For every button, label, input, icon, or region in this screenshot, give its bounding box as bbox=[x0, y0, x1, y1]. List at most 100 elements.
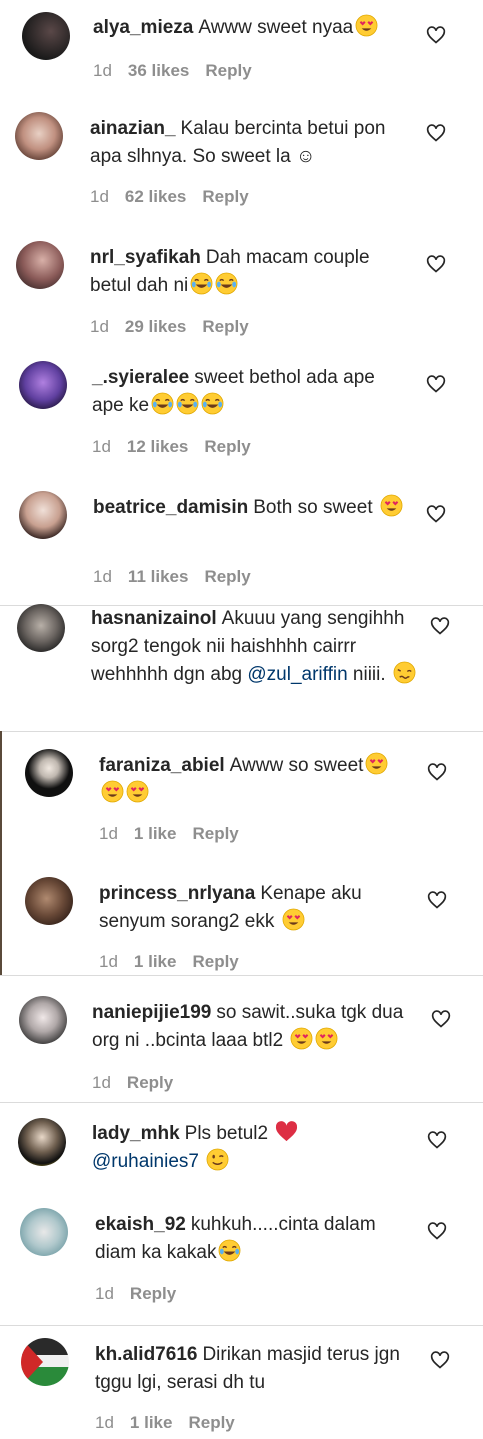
avatar[interactable] bbox=[19, 996, 67, 1044]
comment-username[interactable]: ekaish_92 bbox=[95, 1214, 186, 1235]
comment-time: 1d bbox=[90, 187, 109, 206]
joy-emoji-icon bbox=[190, 272, 213, 295]
reply-button[interactable]: Reply bbox=[204, 567, 250, 586]
like-heart-icon[interactable] bbox=[427, 890, 447, 910]
mention-link[interactable]: @zul_ariffin bbox=[247, 664, 347, 685]
comment-likes[interactable]: 11 likes bbox=[128, 567, 189, 586]
comment-meta: 1d 12 likes Reply bbox=[92, 437, 267, 457]
comment-meta: 1d 1 like Reply bbox=[99, 952, 255, 972]
heart-eyes-emoji-icon bbox=[101, 780, 124, 803]
like-heart-icon[interactable] bbox=[426, 374, 446, 394]
flag-triangle-icon bbox=[21, 1338, 43, 1386]
like-heart-icon[interactable] bbox=[426, 504, 446, 524]
comment-username[interactable]: _.syieralee bbox=[92, 367, 189, 388]
comment-username[interactable]: alya_mieza bbox=[93, 17, 193, 38]
divider bbox=[0, 1325, 483, 1326]
comment-username[interactable]: princess_nrlyana bbox=[99, 883, 255, 904]
like-heart-icon[interactable] bbox=[431, 1009, 451, 1029]
comment-meta: 1d 29 likes Reply bbox=[90, 317, 265, 337]
avatar[interactable] bbox=[20, 1208, 68, 1256]
like-heart-icon[interactable] bbox=[426, 254, 446, 274]
heart-eyes-emoji-icon bbox=[282, 908, 305, 931]
joy-emoji-icon bbox=[215, 272, 238, 295]
like-heart-icon[interactable] bbox=[430, 616, 450, 636]
like-heart-icon[interactable] bbox=[430, 1350, 450, 1370]
heart-eyes-emoji-icon bbox=[380, 494, 403, 517]
reply-button[interactable]: Reply bbox=[204, 437, 250, 456]
comment-meta: 1d Reply bbox=[92, 1073, 189, 1093]
comment-username[interactable]: kh.alid7616 bbox=[95, 1344, 197, 1365]
joy-emoji-icon bbox=[176, 392, 199, 415]
comment-time: 1d bbox=[90, 317, 109, 336]
avatar[interactable] bbox=[19, 361, 67, 409]
comment-text: ekaish_92 kuhkuh.....cinta dalam diam ka … bbox=[95, 1211, 405, 1267]
joy-emoji-icon bbox=[219, 1239, 241, 1262]
comment-text: naniepijie199 so sawit..suka tgk dua org … bbox=[92, 999, 417, 1055]
comment-username[interactable]: beatrice_damisin bbox=[93, 497, 248, 518]
avatar[interactable] bbox=[25, 749, 73, 797]
like-heart-icon[interactable] bbox=[427, 762, 447, 782]
heart-eyes-emoji-icon bbox=[126, 780, 149, 803]
mention-link[interactable]: @ruhainies7 bbox=[92, 1151, 199, 1172]
joy-emoji-icon bbox=[201, 392, 224, 415]
comment-username[interactable]: naniepijie199 bbox=[92, 1002, 211, 1023]
joy-emoji-icon bbox=[151, 392, 174, 415]
reply-button[interactable]: Reply bbox=[192, 952, 238, 971]
avatar[interactable] bbox=[22, 12, 70, 60]
wink-emoji-icon bbox=[206, 1148, 229, 1171]
like-heart-icon[interactable] bbox=[427, 1221, 447, 1241]
comment-text: hasnanizainol Akuuu yang sengihhh sorg2 t… bbox=[91, 605, 416, 689]
avatar[interactable] bbox=[16, 241, 64, 289]
avatar[interactable] bbox=[15, 112, 63, 160]
comment-time: 1d bbox=[95, 1413, 114, 1432]
comment-username[interactable]: faraniza_abiel bbox=[99, 755, 225, 776]
comment-text: beatrice_damisin Both so sweet bbox=[93, 494, 403, 522]
comment-text: nrl_syafikah Dah macam couple betul dah n… bbox=[90, 244, 400, 300]
comment-time: 1d bbox=[99, 824, 118, 843]
comment-body: Pls betul2 bbox=[184, 1123, 274, 1144]
comment-meta: 1d 36 likes Reply bbox=[93, 61, 268, 81]
comment-time: 1d bbox=[92, 1073, 111, 1092]
comment-body: Awww so sweet bbox=[229, 755, 364, 776]
comment-meta: 1d 11 likes Reply bbox=[93, 567, 267, 587]
divider bbox=[0, 731, 483, 732]
comment-text: _.syieralee sweet bethol ada ape ape ke bbox=[92, 364, 402, 420]
avatar[interactable] bbox=[19, 491, 67, 539]
comment-likes[interactable]: 1 like bbox=[130, 1413, 173, 1432]
like-heart-icon[interactable] bbox=[427, 1130, 447, 1150]
comment-likes[interactable]: 1 like bbox=[134, 952, 177, 971]
reply-button[interactable]: Reply bbox=[130, 1284, 176, 1303]
comment-likes[interactable]: 29 likes bbox=[125, 317, 186, 336]
avatar[interactable] bbox=[17, 604, 65, 652]
left-edge-bar bbox=[0, 731, 2, 975]
comment-username[interactable]: hasnanizainol bbox=[91, 608, 217, 629]
comment-text: princess_nrlyana Kenape aku senyum sorang… bbox=[99, 880, 409, 936]
comment-likes[interactable]: 1 like bbox=[134, 824, 177, 843]
comment-text: alya_mieza Awww sweet nyaa bbox=[93, 14, 413, 42]
reply-button[interactable]: Reply bbox=[192, 824, 238, 843]
comment-meta: 1d 1 like Reply bbox=[95, 1413, 251, 1433]
comment-likes[interactable]: 62 likes bbox=[125, 187, 186, 206]
avatar[interactable] bbox=[25, 877, 73, 925]
comment-time: 1d bbox=[92, 437, 111, 456]
comment-username[interactable]: nrl_syafikah bbox=[90, 247, 201, 268]
heart-eyes-emoji-icon bbox=[316, 1027, 338, 1050]
comment-likes[interactable]: 12 likes bbox=[127, 437, 188, 456]
comment-username[interactable]: ainazian_ bbox=[90, 118, 176, 139]
comment-meta: 1d Reply bbox=[95, 1284, 192, 1304]
reply-button[interactable]: Reply bbox=[188, 1413, 234, 1432]
like-heart-icon[interactable] bbox=[426, 123, 446, 143]
comment-username[interactable]: lady_mhk bbox=[92, 1123, 180, 1144]
comment-likes[interactable]: 36 likes bbox=[128, 61, 189, 80]
reply-button[interactable]: Reply bbox=[205, 61, 251, 80]
divider bbox=[0, 1102, 483, 1103]
heart-eyes-emoji-icon bbox=[291, 1027, 313, 1050]
comment-text: ainazian_ Kalau bercinta betui pon apa sl… bbox=[90, 115, 400, 171]
like-heart-icon[interactable] bbox=[426, 25, 446, 45]
reply-button[interactable]: Reply bbox=[202, 187, 248, 206]
reply-button[interactable]: Reply bbox=[202, 317, 248, 336]
reply-button[interactable]: Reply bbox=[127, 1073, 173, 1092]
avatar[interactable] bbox=[18, 1118, 66, 1166]
red-heart-emoji-icon bbox=[276, 1121, 298, 1142]
comment-text: lady_mhk Pls betul2 @ruhainies7 bbox=[92, 1120, 402, 1176]
